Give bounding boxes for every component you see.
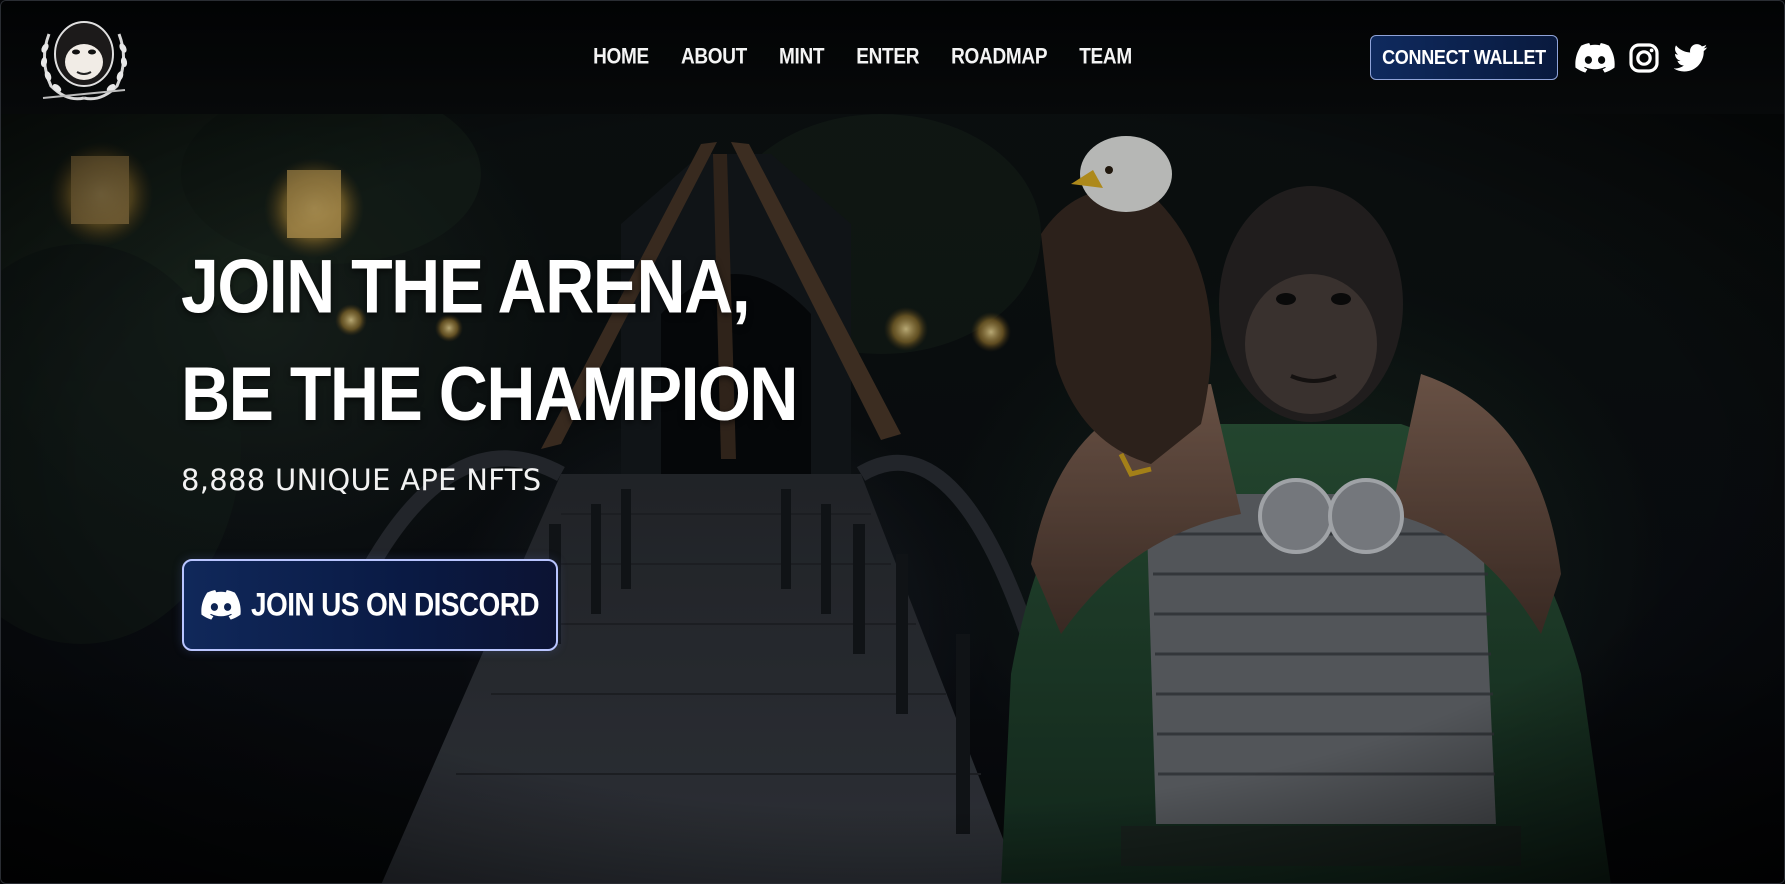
nav-enter[interactable]: ENTER <box>856 45 919 70</box>
hero-title-line-2: BE THE CHAMPION <box>181 351 798 437</box>
hero-title-line-1: JOIN THE ARENA, <box>181 244 751 330</box>
discord-button-icon <box>201 590 241 620</box>
twitter-icon[interactable] <box>1673 41 1709 75</box>
nav-mint[interactable]: MINT <box>779 45 825 70</box>
hero-background-image <box>1 114 1784 883</box>
hero-subtitle: 8,888 UNIQUE APE NFTS <box>181 463 542 497</box>
site-header: HOME ABOUT MINT ENTER ROADMAP TEAM CONNE… <box>1 1 1784 114</box>
instagram-icon[interactable] <box>1627 41 1661 75</box>
hero-title: JOIN THE ARENA, BE THE CHAMPION <box>181 233 798 448</box>
connect-wallet-label: CONNECT WALLET <box>1382 45 1546 69</box>
nav-home[interactable]: HOME <box>593 45 649 70</box>
hero-scene-illustration <box>1 114 1784 883</box>
nav-team[interactable]: TEAM <box>1079 45 1132 70</box>
discord-icon[interactable] <box>1574 41 1616 75</box>
nav-about[interactable]: ABOUT <box>681 45 747 70</box>
join-discord-button[interactable]: JOIN US ON DISCORD <box>182 559 558 651</box>
page: HOME ABOUT MINT ENTER ROADMAP TEAM CONNE… <box>0 0 1785 884</box>
join-discord-label: JOIN US ON DISCORD <box>251 586 540 623</box>
connect-wallet-button[interactable]: CONNECT WALLET <box>1370 35 1558 80</box>
nav-roadmap[interactable]: ROADMAP <box>951 45 1047 70</box>
